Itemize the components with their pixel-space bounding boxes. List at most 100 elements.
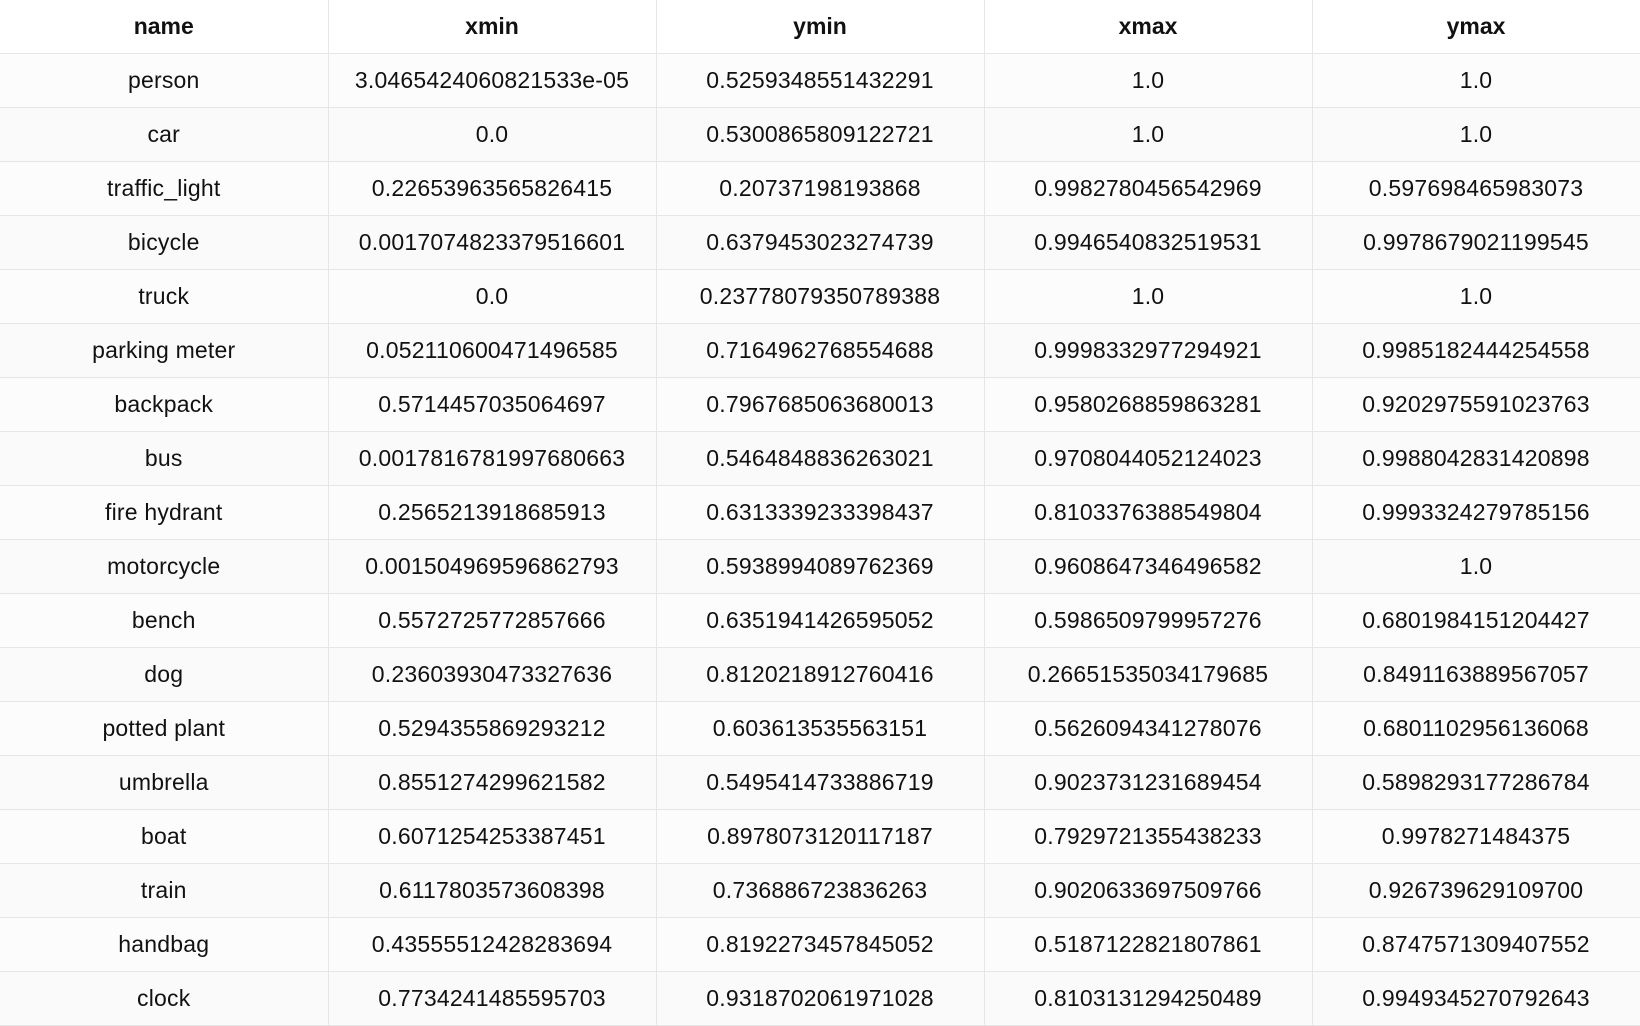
cell-name: handbag [0, 917, 329, 972]
cell-ymax: 1.0 [1311, 107, 1640, 162]
cell-ymax: 0.9202975591023763 [1311, 377, 1640, 432]
cell-ymin: 0.736886723836263 [655, 863, 985, 918]
cell-ymin: 0.5464848836263021 [655, 431, 985, 486]
data-table: name xmin ymin xmax ymax person 3.0465424… [0, 0, 1640, 1026]
cell-ymax: 0.9978679021199545 [1311, 215, 1640, 270]
cell-ymin: 0.9318702061971028 [655, 971, 985, 1026]
cell-ymin: 0.6313339233398437 [655, 485, 985, 540]
cell-ymin: 0.5300865809122721 [655, 107, 985, 162]
table-row: person 3.0465424060821533e-05 0.5259348551… [0, 53, 1640, 108]
cell-name: bicycle [0, 215, 329, 270]
cell-ymax: 0.8747571309407552 [1311, 917, 1640, 972]
cell-xmax: 0.26651535034179685 [983, 647, 1313, 702]
cell-ymax: 1.0 [1311, 269, 1640, 324]
cell-xmax: 0.5986509799957276 [983, 593, 1313, 648]
cell-xmin: 0.43555512428283694 [327, 917, 657, 972]
cell-ymax: 1.0 [1311, 53, 1640, 108]
cell-xmax: 0.8103131294250489 [983, 971, 1313, 1026]
cell-ymin: 0.20737198193868 [655, 161, 985, 216]
cell-name: truck [0, 269, 329, 324]
table-row: car 0.0 0.5300865809122721 1.0 1.0 [0, 107, 1640, 162]
cell-ymax: 0.8491163889567057 [1311, 647, 1640, 702]
cell-xmin: 0.001504969596862793 [327, 539, 657, 594]
cell-ymin: 0.5259348551432291 [655, 53, 985, 108]
column-header-name: name [0, 0, 329, 54]
table-row: traffic_light 0.22653963565826415 0.207371… [0, 161, 1640, 216]
cell-xmin: 0.052110600471496585 [327, 323, 657, 378]
cell-name: traffic_light [0, 161, 329, 216]
cell-ymin: 0.8978073120117187 [655, 809, 985, 864]
cell-xmin: 0.23603930473327636 [327, 647, 657, 702]
cell-ymin: 0.8192273457845052 [655, 917, 985, 972]
table-row: bicycle 0.0017074823379516601 0.6379453023… [0, 215, 1640, 270]
cell-xmin: 0.0 [327, 269, 657, 324]
cell-xmax: 0.5187122821807861 [983, 917, 1313, 972]
table-row: umbrella 0.8551274299621582 0.549541473388… [0, 755, 1640, 810]
cell-xmax: 0.7929721355438233 [983, 809, 1313, 864]
table-body: person 3.0465424060821533e-05 0.5259348551… [0, 53, 1640, 1026]
cell-xmin: 0.2565213918685913 [327, 485, 657, 540]
cell-name: boat [0, 809, 329, 864]
cell-xmin: 3.0465424060821533e-05 [327, 53, 657, 108]
cell-xmin: 0.22653963565826415 [327, 161, 657, 216]
cell-xmin: 0.0017816781997680663 [327, 431, 657, 486]
cell-name: fire hydrant [0, 485, 329, 540]
table-row: bus 0.0017816781997680663 0.54648488362630… [0, 431, 1640, 486]
cell-ymin: 0.8120218912760416 [655, 647, 985, 702]
cell-name: bench [0, 593, 329, 648]
cell-ymin: 0.603613535563151 [655, 701, 985, 756]
cell-name: bus [0, 431, 329, 486]
cell-xmin: 0.5572725772857666 [327, 593, 657, 648]
cell-xmin: 0.8551274299621582 [327, 755, 657, 810]
cell-xmin: 0.6071254253387451 [327, 809, 657, 864]
cell-ymax: 1.0 [1311, 539, 1640, 594]
cell-xmax: 0.9608647346496582 [983, 539, 1313, 594]
column-header-xmin: xmin [327, 0, 657, 54]
cell-ymax: 0.597698465983073 [1311, 161, 1640, 216]
cell-ymin: 0.5938994089762369 [655, 539, 985, 594]
table-header: name xmin ymin xmax ymax [0, 0, 1640, 54]
cell-xmax: 0.9020633697509766 [983, 863, 1313, 918]
cell-ymin: 0.6379453023274739 [655, 215, 985, 270]
table-row: train 0.6117803573608398 0.736886723836263… [0, 863, 1640, 918]
cell-xmax: 0.8103376388549804 [983, 485, 1313, 540]
data-table-container: name xmin ymin xmax ymax person 3.0465424… [0, 0, 1640, 1026]
cell-xmin: 0.0 [327, 107, 657, 162]
table-row: motorcycle 0.001504969596862793 0.59389940… [0, 539, 1640, 594]
cell-ymin: 0.5495414733886719 [655, 755, 985, 810]
cell-xmin: 0.5714457035064697 [327, 377, 657, 432]
cell-ymax: 0.9988042831420898 [1311, 431, 1640, 486]
cell-xmin: 0.6117803573608398 [327, 863, 657, 918]
column-header-xmax: xmax [983, 0, 1313, 54]
cell-xmax: 1.0 [983, 269, 1313, 324]
cell-name: clock [0, 971, 329, 1026]
table-row: bench 0.5572725772857666 0.635194142659505… [0, 593, 1640, 648]
table-row: parking meter 0.052110600471496585 0.71649… [0, 323, 1640, 378]
table-row: truck 0.0 0.23778079350789388 1.0 1.0 [0, 269, 1640, 324]
cell-xmin: 0.0017074823379516601 [327, 215, 657, 270]
cell-xmax: 0.9023731231689454 [983, 755, 1313, 810]
cell-xmax: 0.9946540832519531 [983, 215, 1313, 270]
cell-xmin: 0.5294355869293212 [327, 701, 657, 756]
cell-name: backpack [0, 377, 329, 432]
cell-xmax: 0.9708044052124023 [983, 431, 1313, 486]
cell-ymax: 0.6801984151204427 [1311, 593, 1640, 648]
cell-xmax: 0.5626094341278076 [983, 701, 1313, 756]
cell-name: person [0, 53, 329, 108]
cell-xmax: 1.0 [983, 107, 1313, 162]
header-row: name xmin ymin xmax ymax [0, 0, 1640, 54]
cell-name: parking meter [0, 323, 329, 378]
table-row: dog 0.23603930473327636 0.8120218912760416… [0, 647, 1640, 702]
cell-name: motorcycle [0, 539, 329, 594]
cell-ymax: 0.9993324279785156 [1311, 485, 1640, 540]
cell-ymin: 0.7967685063680013 [655, 377, 985, 432]
table-row: boat 0.6071254253387451 0.8978073120117187… [0, 809, 1640, 864]
table-row: backpack 0.5714457035064697 0.796768506368… [0, 377, 1640, 432]
cell-name: potted plant [0, 701, 329, 756]
cell-ymax: 0.5898293177286784 [1311, 755, 1640, 810]
cell-ymin: 0.23778079350789388 [655, 269, 985, 324]
cell-ymax: 0.9949345270792643 [1311, 971, 1640, 1026]
table-row: fire hydrant 0.2565213918685913 0.63133392… [0, 485, 1640, 540]
cell-xmin: 0.7734241485595703 [327, 971, 657, 1026]
cell-name: train [0, 863, 329, 918]
